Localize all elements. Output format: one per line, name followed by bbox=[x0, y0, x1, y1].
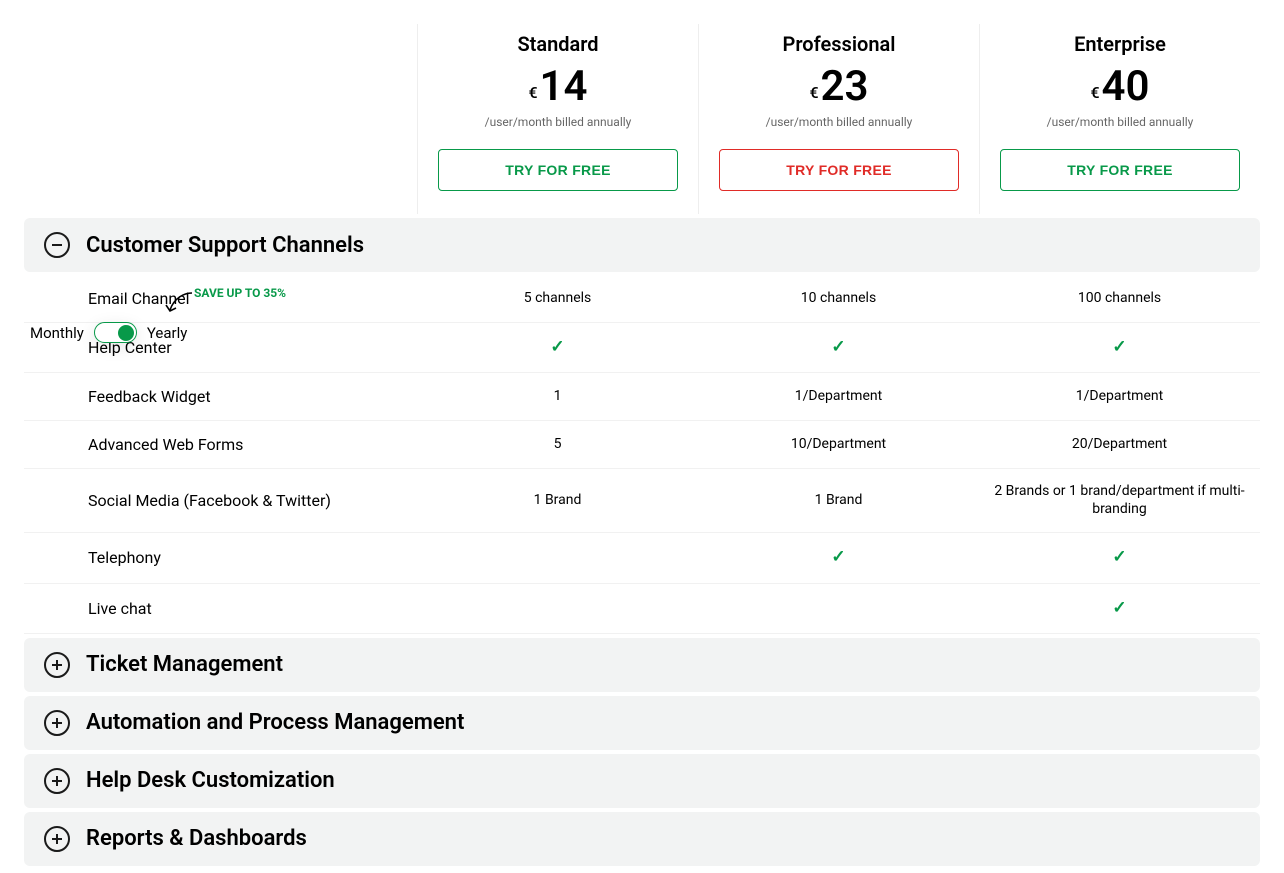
save-badge: SAVE UP TO 35% bbox=[194, 286, 286, 300]
plan-professional: Professional € 23 /user/month billed ann… bbox=[698, 24, 979, 214]
section-title: Customer Support Channels bbox=[86, 233, 364, 258]
plan-price: 40 bbox=[1102, 62, 1150, 111]
plan-standard: Standard € 14 /user/month billed annuall… bbox=[417, 24, 698, 214]
feature-val-standard: 5 channels bbox=[417, 275, 698, 322]
section-title: Reports & Dashboards bbox=[86, 826, 307, 851]
feature-val-professional: 1/Department bbox=[698, 373, 979, 420]
feature-val-standard bbox=[417, 533, 698, 582]
feature-val-professional: 10/Department bbox=[698, 421, 979, 468]
section-automation-process-management[interactable]: Automation and Process Management bbox=[24, 696, 1260, 750]
feature-row: Advanced Web Forms 5 10/Department 20/De… bbox=[24, 421, 1260, 469]
section-ticket-management[interactable]: Ticket Management bbox=[24, 638, 1260, 692]
feature-val-professional: 10 channels bbox=[698, 275, 979, 322]
plan-currency: € bbox=[528, 83, 537, 102]
billing-yearly-label: Yearly bbox=[147, 324, 187, 342]
section-reports-dashboards[interactable]: Reports & Dashboards bbox=[24, 812, 1260, 866]
feature-val-standard: ✓ bbox=[417, 323, 698, 372]
collapse-icon bbox=[44, 232, 70, 258]
feature-label: Social Media (Facebook & Twitter) bbox=[24, 469, 417, 532]
feature-val-standard bbox=[417, 584, 698, 633]
section-title: Help Desk Customization bbox=[86, 768, 335, 793]
feature-val-enterprise: 20/Department bbox=[979, 421, 1260, 468]
plan-price: 23 bbox=[821, 62, 869, 111]
feature-label: Advanced Web Forms bbox=[24, 421, 417, 468]
try-free-button-enterprise[interactable]: TRY FOR FREE bbox=[1000, 149, 1240, 191]
check-icon: ✓ bbox=[1112, 598, 1126, 619]
plan-currency: € bbox=[1090, 83, 1099, 102]
feature-val-professional: ✓ bbox=[698, 323, 979, 372]
try-free-button-standard[interactable]: TRY FOR FREE bbox=[438, 149, 678, 191]
plan-sub: /user/month billed annually bbox=[719, 115, 959, 129]
plan-name: Enterprise bbox=[1000, 32, 1240, 56]
feature-val-enterprise: ✓ bbox=[979, 533, 1260, 582]
pricing-header: SAVE UP TO 35% Monthly Yearly Standard €… bbox=[0, 0, 1284, 214]
section-title: Ticket Management bbox=[86, 652, 283, 677]
feature-row: Live chat ✓ bbox=[24, 584, 1260, 634]
expand-icon bbox=[44, 768, 70, 794]
feature-val-enterprise: 1/Department bbox=[979, 373, 1260, 420]
feature-val-standard: 1 Brand bbox=[417, 469, 698, 532]
plan-name: Standard bbox=[438, 32, 678, 56]
feature-row: Help Center ✓ ✓ ✓ bbox=[24, 323, 1260, 373]
feature-row: Telephony ✓ ✓ bbox=[24, 533, 1260, 583]
feature-val-enterprise: 100 channels bbox=[979, 275, 1260, 322]
plan-sub: /user/month billed annually bbox=[1000, 115, 1240, 129]
section-help-desk-customization[interactable]: Help Desk Customization bbox=[24, 754, 1260, 808]
billing-toggle[interactable] bbox=[94, 322, 137, 343]
billing-toggle-area: SAVE UP TO 35% Monthly Yearly bbox=[24, 202, 417, 214]
section-customer-support-channels-rows: Email Channel 5 channels 10 channels 100… bbox=[0, 275, 1284, 634]
feature-label: Feedback Widget bbox=[24, 373, 417, 420]
feature-val-professional: ✓ bbox=[698, 533, 979, 582]
feature-row: Feedback Widget 1 1/Department 1/Departm… bbox=[24, 373, 1260, 421]
check-icon: ✓ bbox=[831, 337, 845, 358]
feature-val-standard: 5 bbox=[417, 421, 698, 468]
feature-val-enterprise: 2 Brands or 1 brand/department if multi-… bbox=[979, 469, 1260, 532]
billing-monthly-label: Monthly bbox=[30, 324, 84, 342]
expand-icon bbox=[44, 710, 70, 736]
feature-val-standard: 1 bbox=[417, 373, 698, 420]
plan-sub: /user/month billed annually bbox=[438, 115, 678, 129]
expand-icon bbox=[44, 652, 70, 678]
section-title: Automation and Process Management bbox=[86, 710, 464, 735]
plan-enterprise: Enterprise € 40 /user/month billed annua… bbox=[979, 24, 1260, 214]
feature-val-enterprise: ✓ bbox=[979, 584, 1260, 633]
try-free-button-professional[interactable]: TRY FOR FREE bbox=[719, 149, 959, 191]
plan-currency: € bbox=[809, 83, 818, 102]
feature-row: Social Media (Facebook & Twitter) 1 Bran… bbox=[24, 469, 1260, 533]
expand-icon bbox=[44, 826, 70, 852]
plan-name: Professional bbox=[719, 32, 959, 56]
feature-val-professional bbox=[698, 584, 979, 633]
plan-price: 14 bbox=[540, 62, 588, 111]
check-icon: ✓ bbox=[550, 337, 564, 358]
check-icon: ✓ bbox=[1112, 337, 1126, 358]
feature-label: Telephony bbox=[24, 533, 417, 582]
check-icon: ✓ bbox=[1112, 547, 1126, 568]
feature-val-professional: 1 Brand bbox=[698, 469, 979, 532]
section-customer-support-channels[interactable]: Customer Support Channels bbox=[24, 218, 1260, 272]
arrow-icon bbox=[164, 290, 194, 316]
check-icon: ✓ bbox=[831, 547, 845, 568]
feature-val-enterprise: ✓ bbox=[979, 323, 1260, 372]
feature-label: Live chat bbox=[24, 584, 417, 633]
